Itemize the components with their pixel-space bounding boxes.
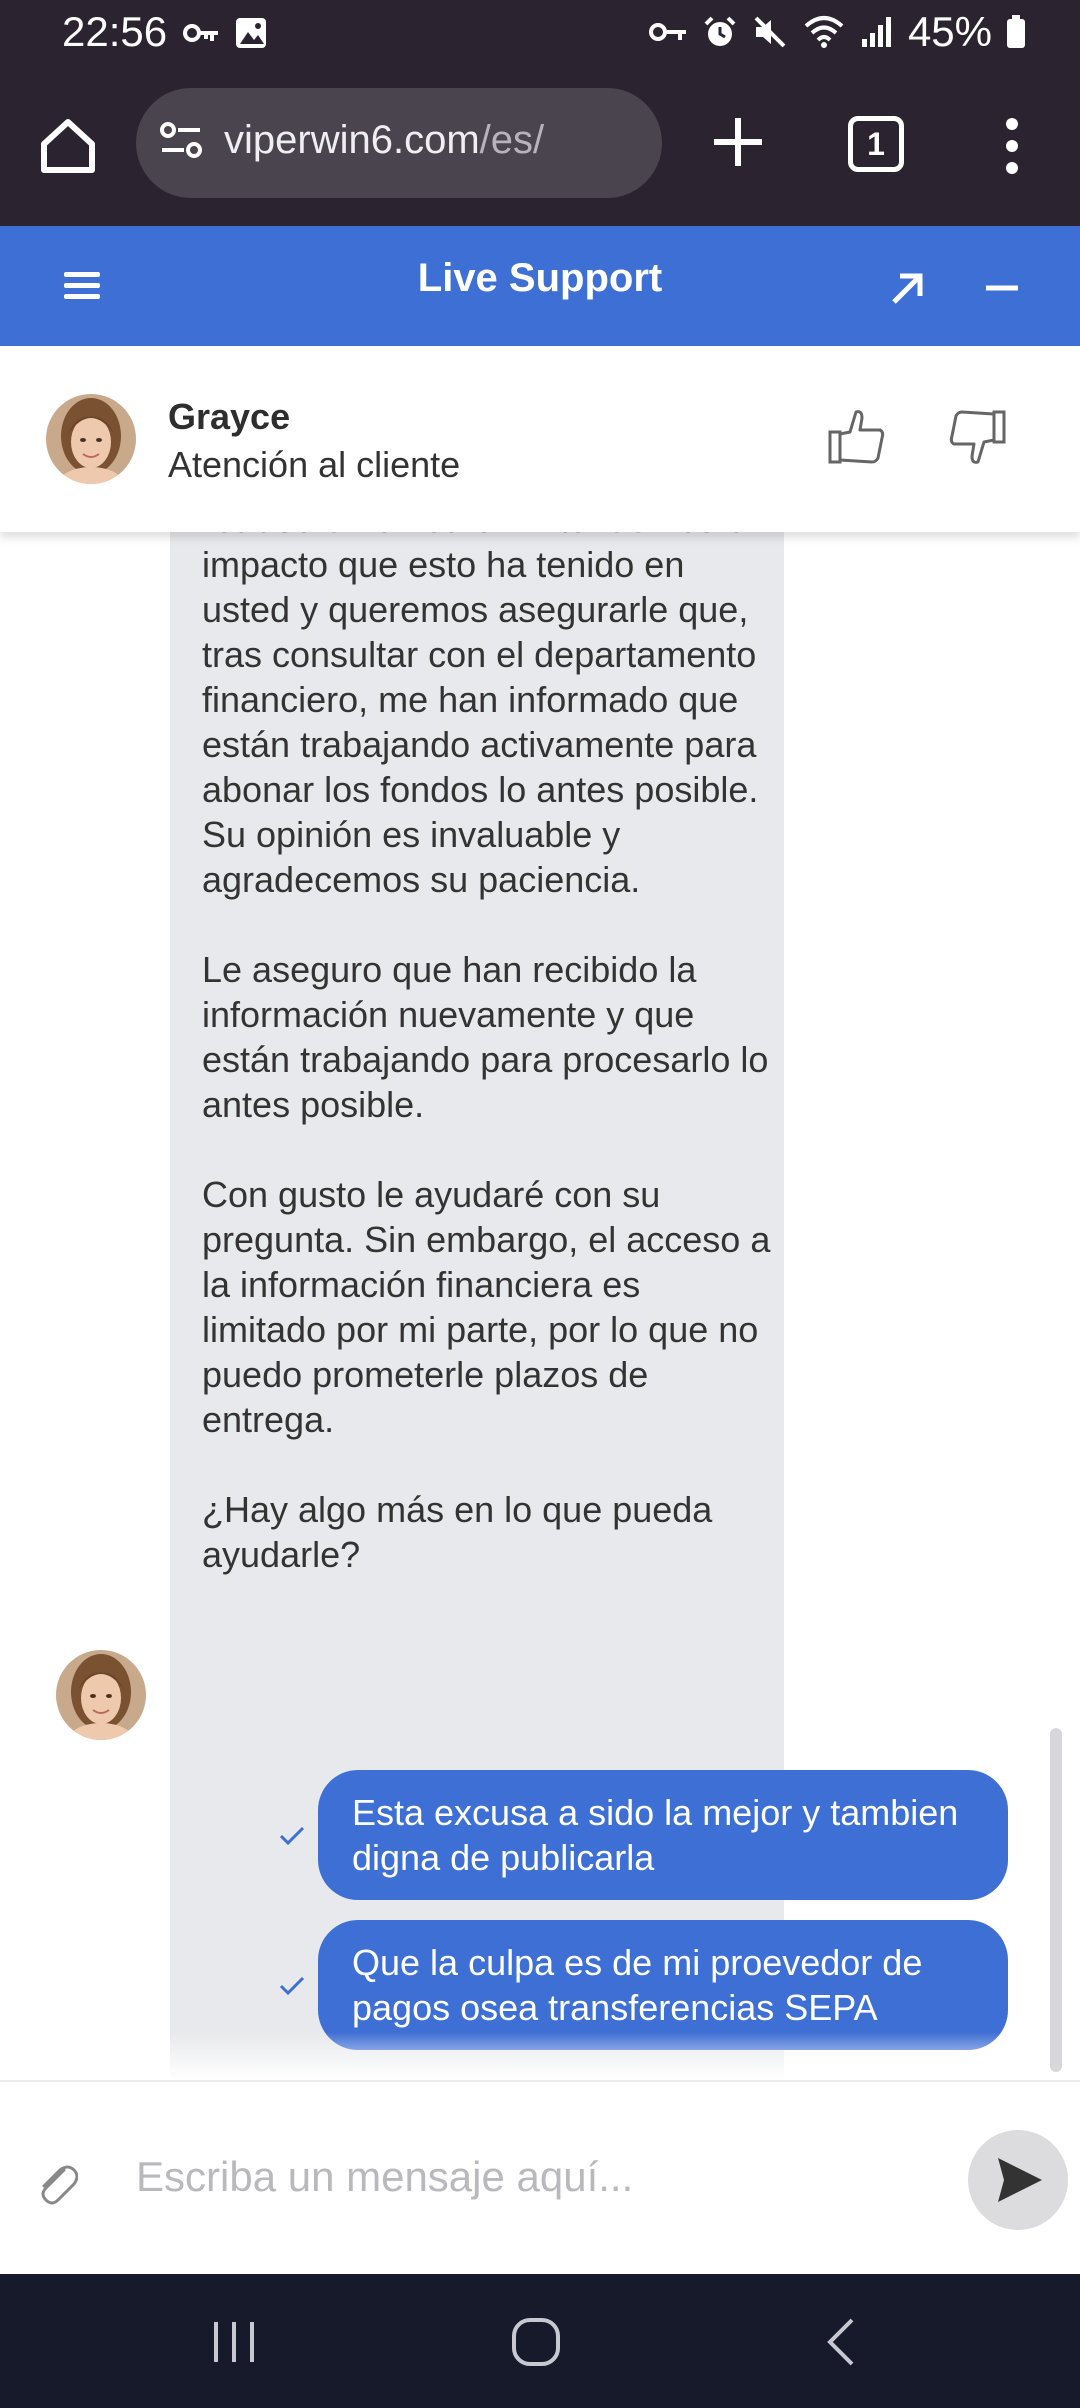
send-icon (998, 2158, 1042, 2202)
new-tab-icon[interactable] (706, 110, 770, 174)
agent-role: Atención al cliente (168, 444, 461, 485)
message-agent-avatar (56, 1650, 146, 1740)
back-icon[interactable] (820, 2314, 860, 2370)
agent-message-paragraph: Con gusto le ayudaré con su pregunta. Si… (202, 1174, 771, 1440)
url-domain: viperwin6.com (224, 118, 480, 162)
status-right-icons: 45% (648, 8, 1026, 56)
expand-arrow-icon[interactable] (884, 264, 932, 312)
recent-apps-icon[interactable] (206, 2318, 262, 2366)
mute-icon (754, 16, 786, 48)
sent-check-icon (279, 1826, 305, 1846)
home-icon[interactable] (36, 114, 100, 178)
send-button[interactable] (968, 2130, 1068, 2230)
image-icon (236, 18, 266, 48)
thumbs-down-icon[interactable] (946, 406, 1008, 468)
agent-message-text: molestias causadas por el largo retraso … (202, 532, 772, 1577)
status-time: 22:56 (62, 8, 168, 55)
wifi-icon (804, 16, 844, 48)
user-message-bubble: Esta excusa a sido la mejor y tambien di… (318, 1770, 1008, 1900)
more-options-icon[interactable] (992, 114, 1032, 178)
message-list[interactable]: molestias causadas por el largo retraso … (0, 532, 1080, 2080)
alarm-icon (704, 16, 736, 46)
tab-switcher-button[interactable]: 1 (848, 116, 904, 172)
scrollbar[interactable] (1050, 1728, 1062, 2072)
site-settings-icon[interactable] (158, 118, 204, 164)
signal-icon (861, 17, 891, 47)
sent-check-icon (279, 1976, 305, 1996)
system-navigation-bar (0, 2274, 1080, 2408)
user-message-row: Esta excusa a sido la mejor y tambien di… (0, 1770, 1080, 1904)
thumbs-up-icon[interactable] (826, 406, 888, 468)
agent-info-bar: Grayce Atención al cliente (0, 346, 1080, 532)
vpn-key-icon (648, 23, 686, 41)
paperclip-icon[interactable] (34, 2158, 78, 2206)
url-text: viperwin6.com/es/ (224, 118, 544, 163)
battery-icon (1007, 15, 1025, 48)
scroll-fade (0, 2032, 1080, 2080)
address-bar[interactable]: viperwin6.com/es/ (136, 88, 662, 198)
status-left-icons (182, 16, 268, 50)
message-composer (0, 2080, 1080, 2274)
minimize-icon[interactable] (978, 264, 1026, 312)
status-bar: 22:56 45% (0, 0, 1080, 72)
chat-header: Live Support (0, 226, 1080, 346)
agent-message-paragraph: ¿Hay algo más en lo que pueda ayudarle? (202, 1489, 713, 1575)
battery-percent: 45% (907, 8, 992, 55)
message-input[interactable] (120, 2132, 940, 2222)
hamburger-menu-icon[interactable] (64, 270, 104, 302)
browser-toolbar: viperwin6.com/es/ 1 (0, 72, 1080, 226)
agent-avatar (46, 394, 136, 484)
nav-home-icon[interactable] (508, 2314, 564, 2370)
agent-name: Grayce (168, 396, 291, 437)
agent-message-paragraph: Le aseguro que han recibido la informaci… (202, 949, 769, 1125)
key-icon (183, 24, 218, 42)
url-path: /es/ (479, 118, 545, 162)
agent-message-paragraph: molestias causadas por el largo retraso … (202, 532, 759, 900)
user-message-bubble: Que la culpa es de mi proevedor de pagos… (318, 1920, 1008, 2050)
